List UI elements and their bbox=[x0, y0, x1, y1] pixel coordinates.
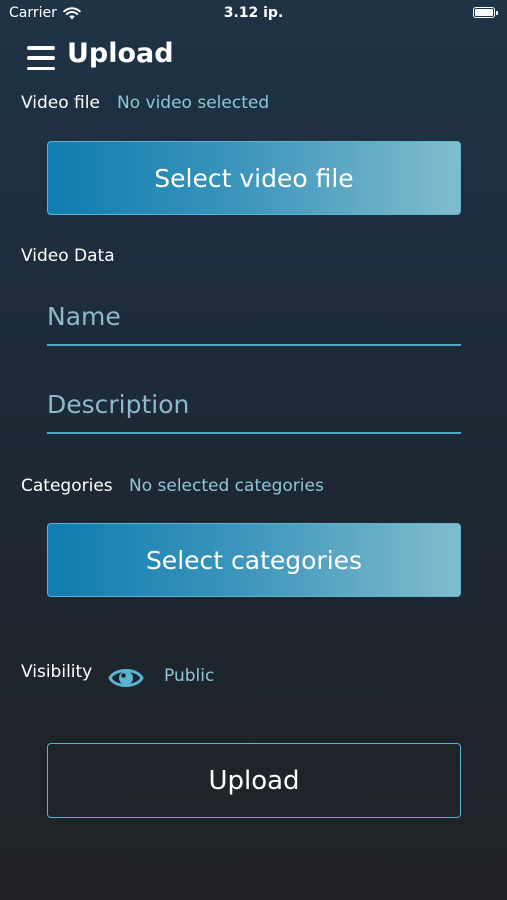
upload-button[interactable]: Upload bbox=[47, 743, 461, 818]
categories-status: No selected categories bbox=[129, 476, 324, 496]
select-video-file-button[interactable]: Select video file bbox=[47, 141, 461, 215]
hamburger-menu-icon[interactable] bbox=[27, 46, 55, 70]
video-file-status: No video selected bbox=[117, 93, 270, 113]
visibility-label: Visibility bbox=[21, 662, 93, 682]
categories-label: Categories bbox=[21, 476, 113, 496]
menu-bar-line bbox=[27, 66, 55, 70]
status-bar: Carrier 3.12 ip. bbox=[0, 0, 507, 28]
battery-icon bbox=[473, 7, 498, 18]
video-file-label: Video file bbox=[21, 93, 100, 113]
page-title: Upload bbox=[67, 38, 174, 69]
status-time: 3.12 ip. bbox=[223, 5, 284, 21]
battery-level-fill bbox=[475, 9, 493, 16]
name-input[interactable] bbox=[47, 288, 461, 346]
video-data-label: Video Data bbox=[21, 246, 115, 266]
eye-icon[interactable] bbox=[108, 662, 144, 694]
visibility-value: Public bbox=[164, 666, 215, 686]
menu-bar-line bbox=[27, 56, 55, 60]
description-input[interactable] bbox=[47, 376, 461, 434]
menu-bar-line bbox=[27, 46, 55, 50]
battery-cap bbox=[496, 11, 498, 15]
select-categories-button[interactable]: Select categories bbox=[47, 523, 461, 597]
